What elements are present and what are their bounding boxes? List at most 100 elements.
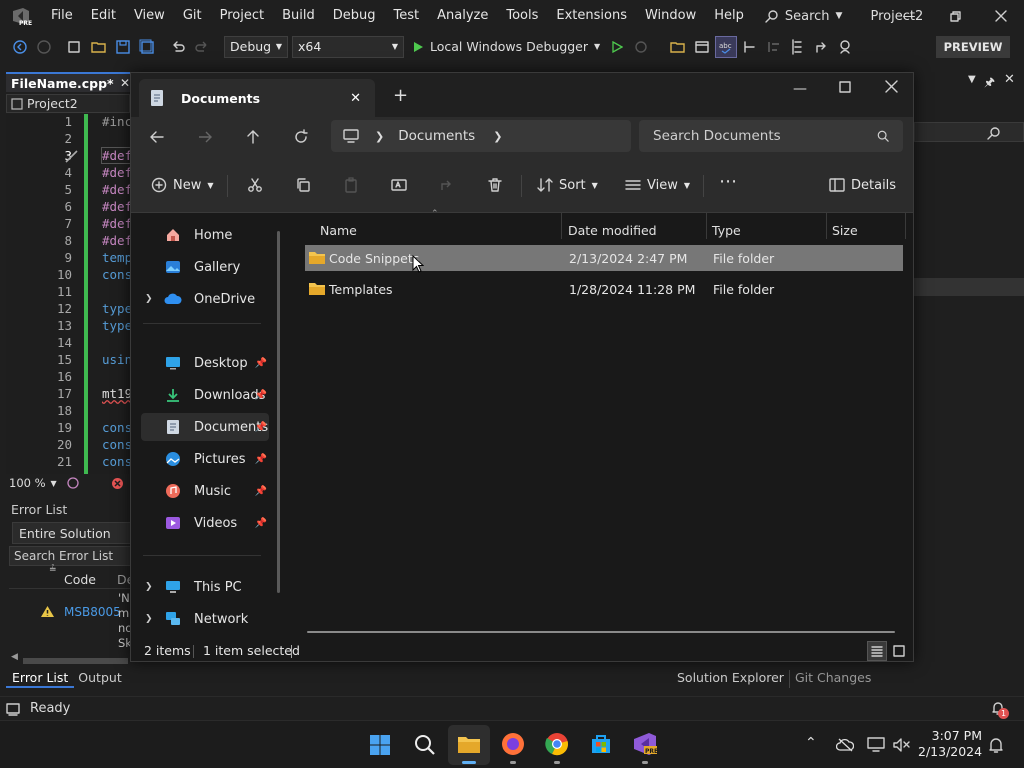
start-debugging-button[interactable]: Local Windows Debugger ▼	[412, 39, 600, 54]
platform-dropdown[interactable]: x64 ▼	[292, 35, 404, 58]
menu-window[interactable]: Window	[636, 0, 705, 32]
details-pane-button[interactable]: Details	[829, 173, 896, 197]
close-icon[interactable]: ✕	[1004, 72, 1015, 87]
pin-icon[interactable]: 📌	[255, 422, 267, 433]
notifications-button[interactable]: 1	[990, 700, 1009, 720]
close-icon[interactable]: ✕	[120, 76, 130, 90]
close-window-icon[interactable]	[885, 80, 898, 93]
column-header-type[interactable]: Type	[712, 223, 741, 238]
spell-check-button[interactable]: abc	[715, 35, 738, 58]
sidebar-item-documents[interactable]: Documents 📌	[141, 413, 269, 441]
column-header-code[interactable]: Code	[64, 572, 96, 587]
column-header-name[interactable]: Name	[320, 223, 357, 238]
vs-close-button[interactable]	[978, 0, 1024, 32]
save-button[interactable]	[112, 36, 134, 58]
chevron-down-icon[interactable]: ▼	[51, 479, 57, 488]
sidebar-item-music[interactable]: Music 📌	[141, 477, 269, 505]
taskbar-firefox[interactable]	[500, 731, 526, 764]
cut-icon[interactable]	[247, 177, 263, 193]
back-arrow-icon[interactable]	[149, 129, 165, 145]
undo-button[interactable]	[167, 36, 189, 58]
vs-logo-icon[interactable]: PRE	[0, 5, 42, 27]
error-code-link[interactable]: MSB8005	[64, 605, 121, 619]
explorer-search-input[interactable]: Search Documents	[639, 120, 903, 152]
sidebar-item-onedrive[interactable]: ❯ OneDrive	[141, 285, 269, 313]
delete-icon[interactable]	[487, 177, 503, 193]
toggle-breakpoint-button[interactable]	[739, 36, 761, 58]
file-row[interactable]: Code Snippets 2/13/2024 2:47 PM File folde…	[305, 245, 903, 271]
folder-view-button[interactable]	[667, 36, 689, 58]
layout-button[interactable]	[691, 36, 713, 58]
chevron-right-icon[interactable]: ❯	[145, 582, 153, 592]
new-button[interactable]: New ▼	[151, 173, 214, 197]
column-header-size[interactable]: Size	[832, 223, 858, 238]
tab-git-changes[interactable]: Git Changes	[790, 670, 876, 688]
menu-test[interactable]: Test	[385, 0, 429, 32]
error-row[interactable]: MSB8005 'NM mr not Ski	[9, 591, 140, 651]
start-without-debugging-button[interactable]	[606, 36, 628, 58]
zoom-level[interactable]: 100 %	[9, 476, 46, 490]
solution-tree-selected-row[interactable]	[914, 278, 1024, 296]
pin-icon[interactable]: 📌	[255, 390, 267, 401]
details-view-toggle[interactable]	[867, 641, 887, 661]
pin-icon[interactable]: 🖈	[984, 73, 995, 94]
onedrive-tray-icon[interactable]	[836, 738, 854, 752]
sidebar-item-home[interactable]: Home	[141, 221, 269, 249]
hot-reload-button[interactable]	[630, 36, 652, 58]
column-header-date-modified[interactable]: Date modified	[568, 223, 657, 238]
explorer-tab-documents[interactable]: Documents ✕	[139, 79, 375, 117]
save-all-button[interactable]	[136, 36, 158, 58]
forward-navigation-button[interactable]	[33, 36, 55, 58]
minimize-icon[interactable]: —	[793, 81, 807, 97]
taskbar-search-icon[interactable]	[414, 734, 436, 756]
chevron-right-icon[interactable]: ❯	[145, 614, 153, 624]
feedback-button[interactable]	[835, 36, 857, 58]
error-scope-dropdown[interactable]: Entire Solution	[12, 522, 134, 544]
network-tray-icon[interactable]	[867, 737, 885, 753]
scroll-left-icon[interactable]: ◀	[11, 652, 18, 662]
sidebar-item-network[interactable]: ❯ Network	[141, 605, 269, 633]
share-button[interactable]	[811, 36, 833, 58]
align-button[interactable]	[763, 36, 785, 58]
vs-minimize-button[interactable]: —	[886, 0, 932, 32]
back-navigation-button[interactable]	[9, 36, 31, 58]
tab-solution-explorer[interactable]: Solution Explorer	[672, 670, 790, 688]
solution-search-input[interactable]	[914, 122, 1024, 142]
tab-output[interactable]: Output	[74, 668, 125, 688]
redo-button[interactable]	[191, 36, 213, 58]
refresh-icon[interactable]	[293, 129, 309, 145]
thumbnail-view-toggle[interactable]	[889, 641, 909, 661]
menu-analyze[interactable]: Analyze	[428, 0, 497, 32]
chevron-right-icon[interactable]: ❯	[145, 294, 153, 304]
address-segment-documents[interactable]: Documents	[398, 128, 475, 144]
error-status-icon[interactable]	[111, 477, 124, 490]
file-row[interactable]: Templates 1/28/2024 11:28 PM File folder	[305, 276, 903, 302]
menu-view[interactable]: View	[125, 0, 174, 32]
chevron-right-icon[interactable]: ❯	[493, 130, 502, 143]
open-file-button[interactable]	[88, 36, 110, 58]
taskbar-visual-studio[interactable]: PRE	[632, 732, 658, 764]
pin-icon[interactable]: 📌	[255, 358, 267, 369]
menu-debug[interactable]: Debug	[324, 0, 385, 32]
taskbar-file-explorer[interactable]	[448, 725, 490, 765]
menu-project[interactable]: Project	[211, 0, 273, 32]
sidebar-item-gallery[interactable]: Gallery	[141, 253, 269, 281]
new-tab-icon[interactable]: +	[393, 85, 408, 106]
sidebar-item-desktop[interactable]: Desktop 📌	[141, 349, 269, 377]
taskbar-microsoft-store[interactable]	[589, 732, 613, 759]
copy-icon[interactable]	[295, 177, 311, 193]
code-editor[interactable]: 1 2 3 4 5 6 7 8 9 10 11 12 13 14 15 16 17 18 19 20 21 #inc #de…	[6, 114, 134, 474]
rename-icon[interactable]	[391, 177, 407, 193]
vs-restore-button[interactable]	[932, 0, 978, 32]
pin-icon[interactable]: 📌	[255, 454, 267, 465]
copilot-icon[interactable]	[66, 476, 80, 490]
sidebar-item-downloads[interactable]: Downloads 📌	[141, 381, 269, 409]
tab-error-list[interactable]: Error List	[6, 668, 75, 688]
menu-extensions[interactable]: Extensions	[547, 0, 636, 32]
vs-search-button[interactable]: Search ▼	[765, 9, 842, 24]
menu-git[interactable]: Git	[174, 0, 211, 32]
sort-icon[interactable]: ≟	[49, 565, 57, 575]
sidebar-item-videos[interactable]: Videos 📌	[141, 509, 269, 537]
show-hidden-icons-icon[interactable]: ⌃	[805, 735, 817, 751]
new-project-button[interactable]	[64, 36, 86, 58]
